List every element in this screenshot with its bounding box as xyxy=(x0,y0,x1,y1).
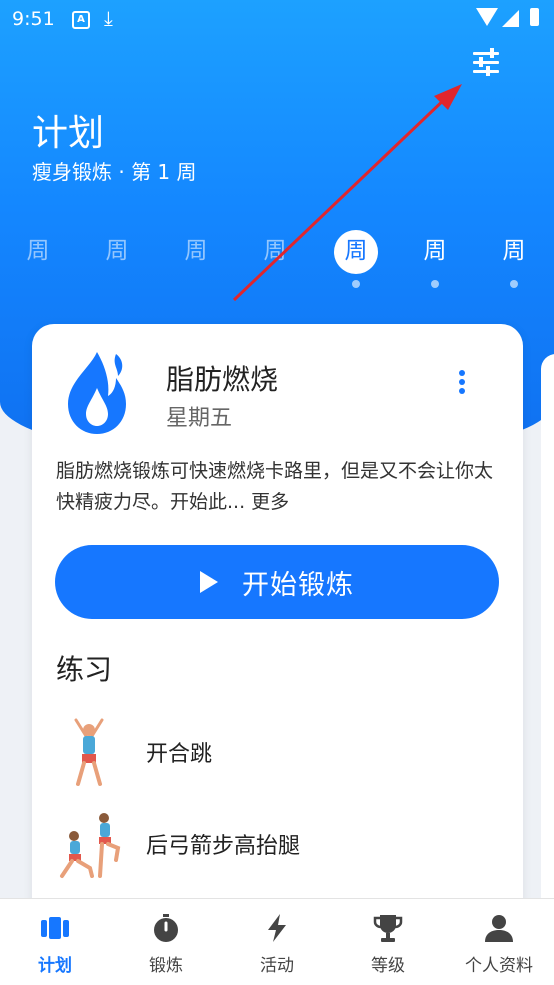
week-day-1[interactable]: 周 xyxy=(8,230,68,274)
plan-subtitle: 瘦身锻炼 · 第 1 周 xyxy=(32,160,197,184)
week-day-3[interactable]: 周 xyxy=(166,230,226,274)
week-day-label: 周 xyxy=(105,238,129,264)
tab-label: 等级 xyxy=(371,956,405,976)
sliders-icon[interactable] xyxy=(466,44,506,80)
workout-description: 脂肪燃烧锻炼可快速燃烧卡路里，但是又不会让你太快精疲力尽。开始此... 更多 xyxy=(56,456,496,518)
exercise-name: 开合跳 xyxy=(146,742,213,767)
more-options-icon[interactable] xyxy=(452,370,472,400)
start-workout-button[interactable]: 开始锻炼 xyxy=(55,545,499,619)
lunge-knee-icon xyxy=(60,813,121,878)
week-day-5[interactable]: 周 xyxy=(326,230,386,288)
week-day-label: 周 xyxy=(502,238,526,264)
week-day-label: 周 xyxy=(26,238,50,264)
week-day-label: 周 xyxy=(423,238,447,264)
exercise-item[interactable]: 后弓箭步高抬腿 xyxy=(56,810,496,880)
next-workout-card[interactable] xyxy=(541,354,554,924)
tab-level[interactable]: 等级 xyxy=(333,899,443,985)
tab-activity[interactable]: 活动 xyxy=(222,899,332,985)
workout-day: 星期五 xyxy=(166,406,233,431)
week-day-label: 周 xyxy=(334,230,378,274)
jumping-jack-icon xyxy=(74,718,104,786)
wifi-icon xyxy=(476,8,498,26)
a-icon: A xyxy=(72,11,90,29)
week-day-7[interactable]: 周 xyxy=(484,230,544,288)
tab-label: 活动 xyxy=(260,956,294,976)
stopwatch-icon xyxy=(154,914,178,942)
tab-label: 个人资料 xyxy=(465,956,533,976)
exercise-item[interactable]: 开合跳 xyxy=(56,718,496,788)
week-day-selector: 周 周 周 周 周 周 周 xyxy=(0,230,554,290)
day-dot xyxy=(431,280,439,288)
workout-card: 脂肪燃烧 星期五 脂肪燃烧锻炼可快速燃烧卡路里，但是又不会让你太快精疲力尽。开始… xyxy=(32,324,523,924)
tab-label: 计划 xyxy=(38,956,72,976)
tab-profile[interactable]: 个人资料 xyxy=(444,899,554,985)
download-icon: ⤓ xyxy=(104,6,113,30)
start-workout-label: 开始锻炼 xyxy=(242,569,354,601)
tab-plan[interactable]: 计划 xyxy=(0,899,110,985)
week-day-label: 周 xyxy=(184,238,208,264)
day-dot xyxy=(510,280,518,288)
flame-icon xyxy=(68,352,126,434)
week-day-6[interactable]: 周 xyxy=(405,230,465,288)
day-dot xyxy=(352,280,360,288)
page-title: 计划 xyxy=(32,113,105,154)
exercises-heading: 练习 xyxy=(56,653,113,686)
week-day-4[interactable]: 周 xyxy=(245,230,305,274)
signal-icon xyxy=(502,10,519,27)
person-icon xyxy=(485,915,513,942)
status-bar: 9:51 A ⤓ xyxy=(0,0,554,38)
bottom-tab-bar: 计划 锻炼 活动 等级 个人资料 xyxy=(0,898,554,985)
week-day-2[interactable]: 周 xyxy=(87,230,147,274)
more-link[interactable]: 更多 xyxy=(251,491,289,513)
plan-icon xyxy=(41,917,69,939)
tab-workout[interactable]: 锻炼 xyxy=(111,899,221,985)
battery-icon xyxy=(530,8,539,26)
tab-label: 锻炼 xyxy=(149,956,183,976)
bolt-icon xyxy=(268,914,286,942)
week-day-label: 周 xyxy=(263,238,287,264)
play-icon xyxy=(200,571,218,593)
exercise-name: 后弓箭步高抬腿 xyxy=(146,834,301,859)
status-time: 9:51 xyxy=(12,8,55,30)
workout-title: 脂肪燃烧 xyxy=(166,363,279,396)
trophy-icon xyxy=(373,915,403,942)
